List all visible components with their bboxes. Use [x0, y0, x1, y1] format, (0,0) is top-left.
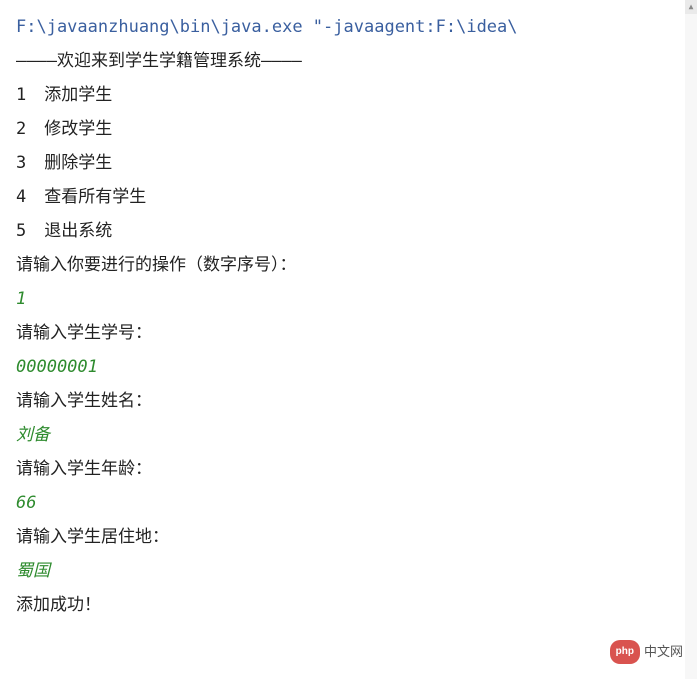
prompt-address: 请输入学生居住地： — [16, 520, 681, 554]
prompt-id: 请输入学生学号： — [16, 316, 681, 350]
menu-num: 2 — [16, 112, 34, 146]
input-address: 蜀国 — [16, 554, 681, 588]
scrollbar[interactable]: ▲ — [685, 0, 697, 679]
input-action: 1 — [16, 282, 681, 316]
watermark-badge: php — [610, 640, 640, 664]
input-name: 刘备 — [16, 418, 681, 452]
menu-label: 删除学生 — [44, 153, 112, 173]
command-line: F:\javaanzhuang\bin\java.exe "-javaagent… — [16, 10, 681, 44]
watermark-text: 中文网 — [644, 639, 683, 665]
menu-num: 3 — [16, 146, 34, 180]
menu-num: 4 — [16, 180, 34, 214]
menu-num: 5 — [16, 214, 34, 248]
menu-item-1: 1 添加学生 — [16, 78, 681, 112]
scroll-up-icon[interactable]: ▲ — [685, 0, 697, 14]
prompt-name: 请输入学生姓名： — [16, 384, 681, 418]
menu-item-5: 5 退出系统 — [16, 214, 681, 248]
menu-label: 查看所有学生 — [44, 187, 146, 207]
welcome-header: ————欢迎来到学生学籍管理系统———— — [16, 44, 681, 78]
input-age: 66 — [16, 486, 681, 520]
menu-label: 修改学生 — [44, 119, 112, 139]
watermark: php 中文网 — [610, 639, 683, 665]
menu-num: 1 — [16, 78, 34, 112]
menu-item-2: 2 修改学生 — [16, 112, 681, 146]
menu-item-4: 4 查看所有学生 — [16, 180, 681, 214]
menu-item-3: 3 删除学生 — [16, 146, 681, 180]
menu-label: 退出系统 — [44, 221, 112, 241]
prompt-age: 请输入学生年龄： — [16, 452, 681, 486]
menu-label: 添加学生 — [44, 85, 112, 105]
input-id: 00000001 — [16, 350, 681, 384]
result-message: 添加成功！ — [16, 588, 681, 622]
prompt-action: 请输入你要进行的操作（数字序号）： — [16, 248, 681, 282]
